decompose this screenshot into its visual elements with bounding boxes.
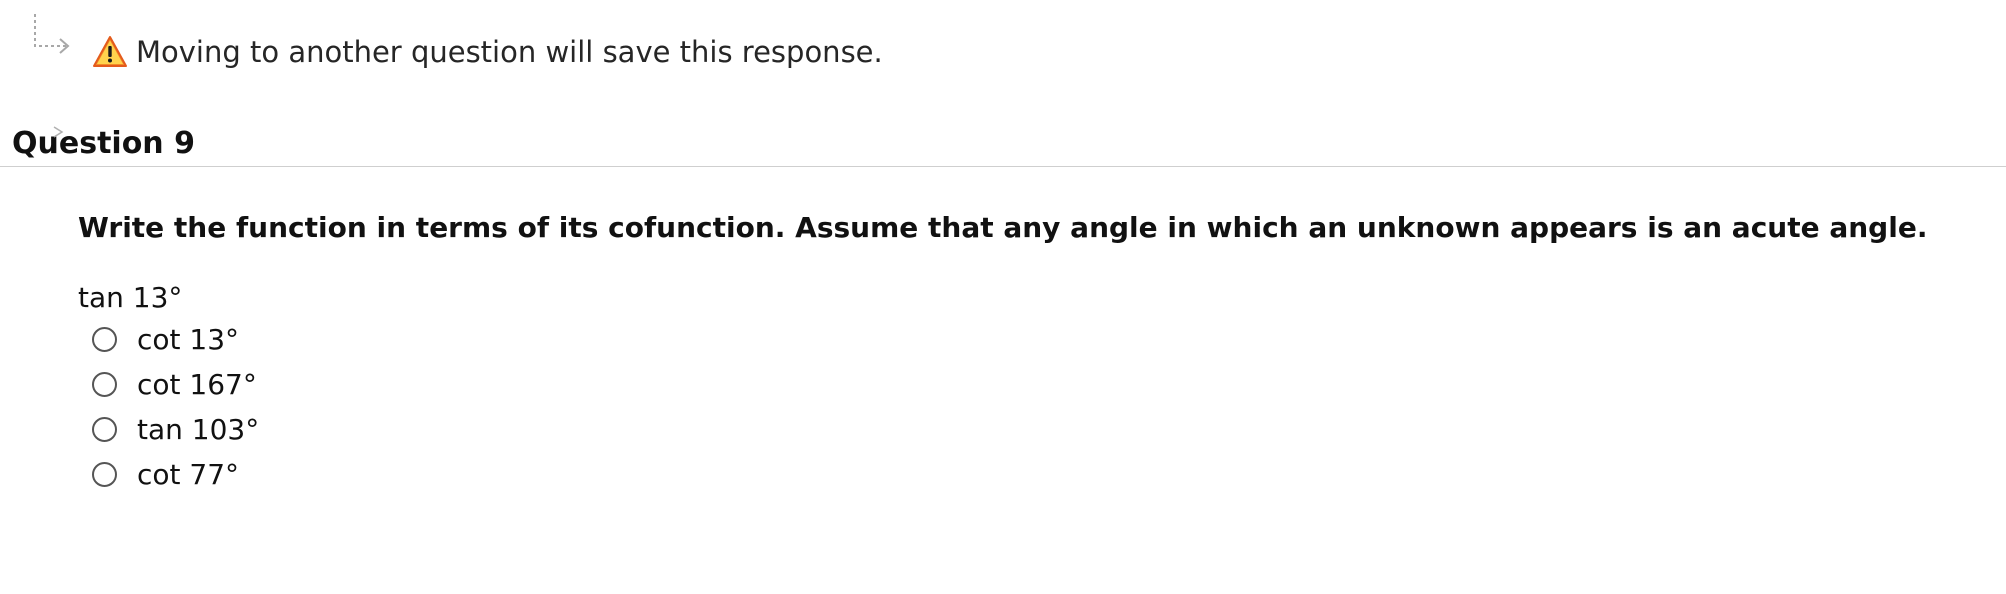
radio-button[interactable] [92, 462, 117, 487]
save-notice-text: Moving to another question will save thi… [136, 35, 883, 69]
answer-option[interactable]: cot 13° [92, 320, 492, 365]
answer-option[interactable]: tan 103° [92, 410, 492, 455]
question-expression: tan 13° [78, 281, 183, 314]
question-header: Question 9 [0, 110, 2006, 167]
question-title: Question 9 [12, 126, 195, 161]
answer-option[interactable]: cot 77° [92, 455, 492, 500]
question-prompt: Write the function in terms of its cofun… [78, 211, 1928, 244]
redirect-arrow-icon [34, 14, 70, 54]
small-arrow-icon [53, 126, 64, 138]
answer-option[interactable]: cot 167° [92, 365, 492, 410]
answer-option-label[interactable]: tan 103° [137, 410, 259, 450]
warning-icon [93, 36, 127, 67]
answer-options: cot 13° cot 167° tan 103° cot 77° [92, 320, 492, 500]
radio-button[interactable] [92, 417, 117, 442]
answer-option-label[interactable]: cot 167° [137, 365, 257, 405]
answer-option-label[interactable]: cot 77° [137, 455, 239, 495]
radio-button[interactable] [92, 372, 117, 397]
radio-button[interactable] [92, 327, 117, 352]
save-notice: Moving to another question will save thi… [0, 0, 2006, 100]
answer-option-label[interactable]: cot 13° [137, 320, 239, 360]
